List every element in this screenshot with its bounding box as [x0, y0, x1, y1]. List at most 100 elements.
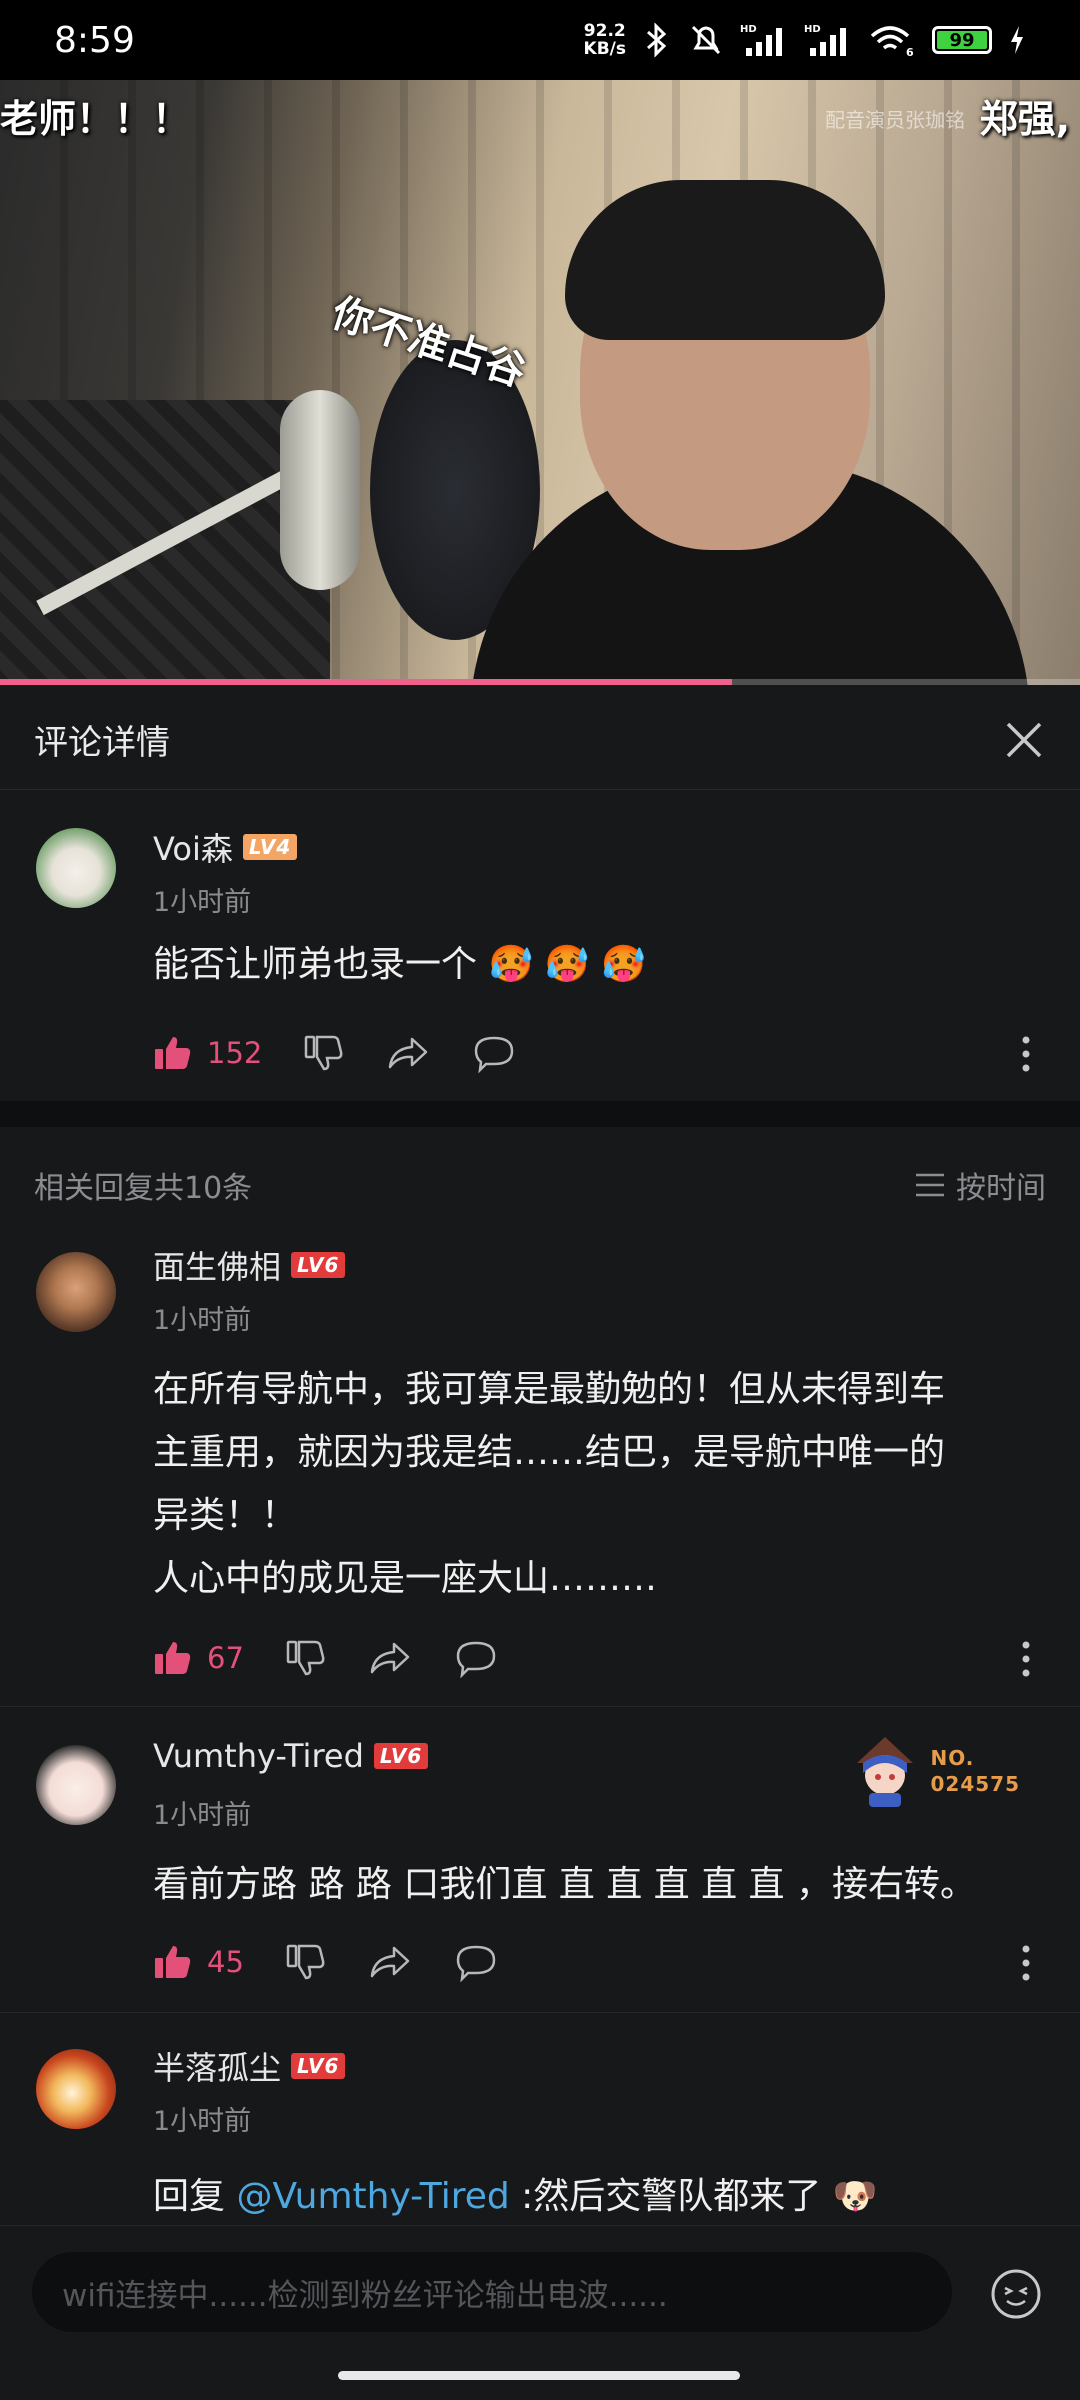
fan-number-text: NO. 024575 [931, 1745, 1021, 1797]
dislike-button[interactable] [286, 1942, 326, 1982]
close-icon[interactable] [1002, 718, 1046, 762]
more-options-icon[interactable] [1021, 1639, 1031, 1679]
thumbs-down-icon [286, 1640, 325, 1676]
reply-button[interactable] [472, 1033, 516, 1073]
video-player[interactable]: 老师！！！ 配音演员张珈铭 郑强, 你不准占谷 [0, 80, 1080, 685]
status-time: 8:59 [54, 19, 135, 61]
thumbs-up-icon [155, 1946, 191, 1978]
comment-text: 在所有导航中，我可算是最勤勉的！但从未得到车 主重用，就因为我是结……结巴，是导… [153, 1358, 1043, 1610]
anime-character-icon [856, 1737, 913, 1807]
level-badge: LV4 [242, 834, 298, 860]
fan-number-value: 024575 [930, 1772, 1020, 1796]
wifi-6-icon: 6 [870, 26, 914, 58]
thumbs-up-icon [155, 1642, 191, 1674]
reply-item: 半落孤尘 LV6 1小时前 回复 @Vumthy-Tired :然后交警队都来了… [0, 2013, 1080, 2225]
reply-item: Vumthy-Tired LV6 NO. 024575 1小时前 看前方路 路 … [0, 1707, 1080, 2012]
replies-count: 相关回复共10条 [34, 1171, 253, 1206]
avatar[interactable] [36, 828, 116, 908]
username[interactable]: Voi森 [153, 824, 233, 870]
like-count: 152 [207, 1036, 263, 1070]
username[interactable]: Vumthy-Tired [153, 1737, 364, 1775]
more-options-icon[interactable] [1021, 1034, 1031, 1074]
main-comment: Voi森 LV4 1小时前 能否让师弟也录一个 🥵 🥵 🥵 152 [0, 790, 1080, 1101]
net-speed-unit: KB/s [583, 39, 626, 59]
share-icon [389, 1037, 428, 1069]
comment-input[interactable]: wifi连接中......检测到粉丝评论输出电波...... [32, 2252, 952, 2332]
like-button[interactable]: 67 [153, 1638, 244, 1678]
hd-signal-icon: HD [804, 24, 846, 56]
level-badge: LV6 [291, 1252, 346, 1278]
status-icons: 92.2 KB/s HD HD 6 99 [584, 22, 1026, 58]
comment-bubble-icon [456, 1641, 496, 1678]
comment-detail-header: 评论详情 [0, 690, 1080, 790]
mute-bell-icon [691, 25, 721, 55]
video-caption-right: 郑强, [979, 97, 1070, 141]
comment-time: 1小时前 [153, 887, 252, 918]
status-bar: 8:59 92.2 KB/s HD HD 6 99 [0, 0, 1080, 80]
sort-button[interactable]: 按时间 [914, 1163, 1046, 1207]
comment-line: 人心中的成见是一座大山……… [153, 1558, 658, 1599]
username-row: Voi森 LV4 [153, 824, 298, 870]
comment-actions: 45 [153, 1937, 1053, 1987]
avatar[interactable] [36, 1745, 116, 1825]
fan-number-badge: NO. 024575 [847, 1733, 1021, 1809]
mention-link[interactable]: @Vumthy-Tired [236, 2176, 509, 2217]
replies-header: 相关回复共10条 按时间 [0, 1160, 1080, 1210]
reply-button[interactable] [454, 1942, 498, 1982]
network-speed: 92.2 KB/s [584, 22, 626, 58]
svg-text:HD: HD [740, 24, 757, 35]
share-button[interactable] [368, 1942, 412, 1982]
username-row: 面生佛相 LV6 [153, 1242, 346, 1288]
like-count: 45 [207, 1945, 244, 1979]
svg-text:HD: HD [804, 24, 821, 35]
thumbs-up-icon [155, 1037, 191, 1069]
battery-level: 99 [949, 29, 975, 51]
username[interactable]: 半落孤尘 [153, 2043, 281, 2089]
comment-time: 1小时前 [153, 1305, 252, 1336]
comment-text: 看前方路 路 路 口我们直 直 直 直 直 直 ，接右转。 [153, 1864, 976, 1905]
emoji: 🥵 [601, 944, 646, 985]
emoji: 🥵 [544, 944, 590, 985]
video-caption-left: 老师！！！ [0, 97, 191, 141]
comment-time: 1小时前 [153, 2106, 252, 2137]
panel-title: 评论详情 [34, 723, 170, 763]
sort-label: 按时间 [956, 1171, 1046, 1206]
like-count: 67 [207, 1641, 244, 1675]
level-badge: LV6 [291, 2053, 346, 2079]
comment-input-bar: wifi连接中......检测到粉丝评论输出电波...... [0, 2225, 1080, 2355]
thumbs-down-icon [305, 1035, 343, 1071]
username-row: Vumthy-Tired LV6 [153, 1737, 429, 1775]
reply-button[interactable] [454, 1638, 498, 1678]
more-options-icon[interactable] [1021, 1943, 1031, 1983]
video-frame-person-hair [565, 180, 885, 340]
emoji: 🐶 [832, 2176, 878, 2217]
avatar[interactable] [36, 2049, 116, 2129]
comment-time: 1小时前 [153, 1800, 252, 1831]
comment-text-body: :然后交警队都来了 [509, 2176, 822, 2217]
thumbs-down-icon [286, 1944, 325, 1980]
video-progress-bar[interactable] [0, 679, 1080, 685]
dislike-button[interactable] [286, 1638, 326, 1678]
sort-list-icon [916, 1173, 944, 1197]
fan-number-label: NO. [930, 1746, 975, 1770]
comment-bubble-icon [456, 1945, 496, 1982]
like-button[interactable]: 152 [153, 1033, 262, 1073]
comment-actions: 67 [153, 1633, 1053, 1683]
share-button[interactable] [386, 1033, 430, 1073]
dislike-button[interactable] [304, 1033, 344, 1073]
section-divider [0, 1101, 1080, 1127]
comment-text: 回复 @Vumthy-Tired :然后交警队都来了 🐶 [153, 2165, 1043, 2228]
home-indicator[interactable] [338, 2371, 740, 2380]
reply-item: 面生佛相 LV6 1小时前 在所有导航中，我可算是最勤勉的！但从未得到车 主重用… [0, 1230, 1080, 1705]
like-button[interactable]: 45 [153, 1942, 244, 1982]
net-speed-value: 92.2 [583, 21, 626, 41]
bluetooth-icon [647, 22, 667, 58]
share-icon [370, 1642, 410, 1674]
share-button[interactable] [368, 1638, 412, 1678]
avatar[interactable] [36, 1252, 116, 1332]
battery-icon: 99 [932, 26, 992, 54]
comment-line: 在所有导航中，我可算是最勤勉的！但从未得到车 [153, 1369, 946, 1410]
username[interactable]: 面生佛相 [153, 1242, 281, 1288]
emoji-picker-icon[interactable] [990, 2268, 1042, 2320]
comment-text: 能否让师弟也录一个 🥵 🥵 🥵 [153, 933, 1043, 996]
